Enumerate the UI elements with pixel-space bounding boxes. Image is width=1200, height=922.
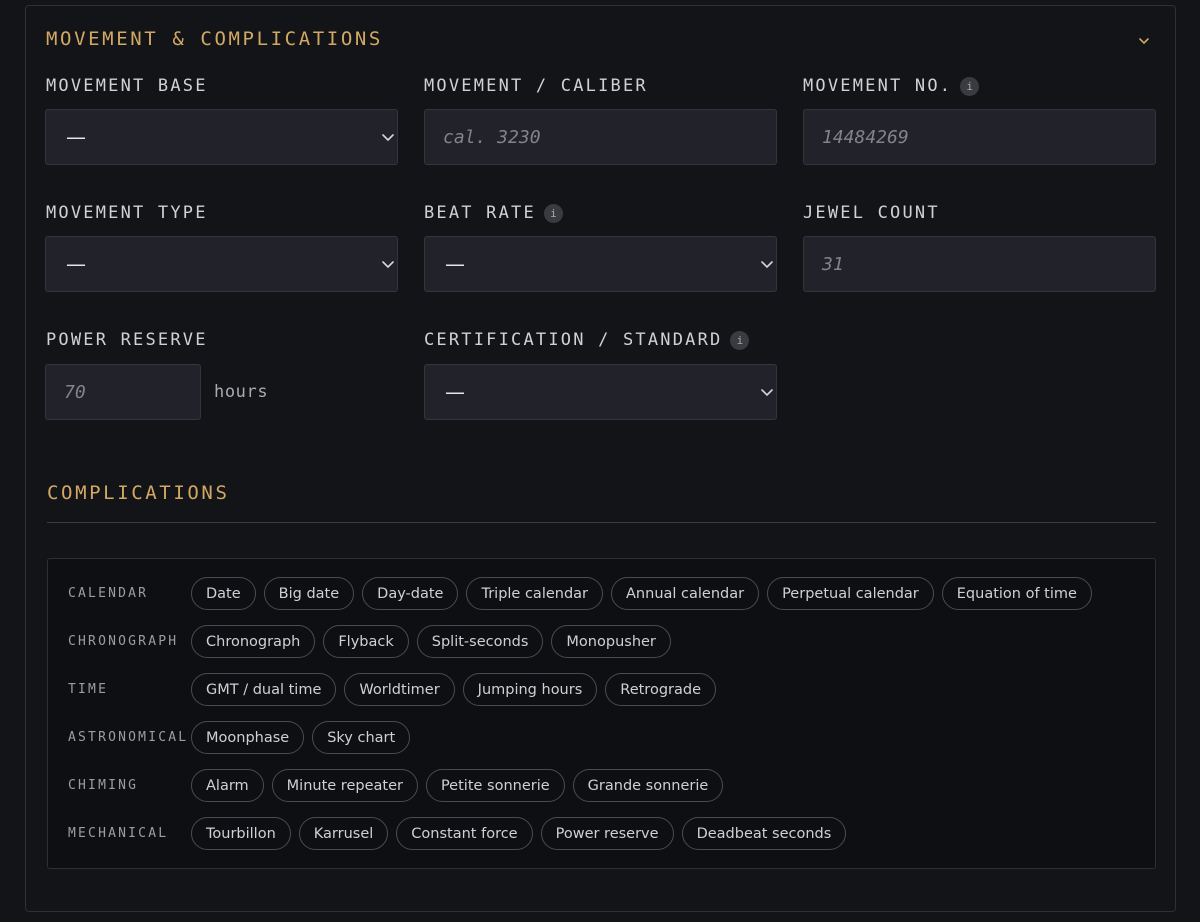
certification-label-text: CERTIFICATION / STANDARD: [424, 330, 723, 350]
movement-base-select[interactable]: —: [45, 109, 398, 165]
chip-alarm[interactable]: Alarm: [191, 769, 264, 802]
certification-value: —: [445, 380, 465, 404]
chevron-down-icon: [382, 261, 394, 269]
power-reserve-label: POWER RESERVE: [46, 330, 208, 350]
movement-type-label: MOVEMENT TYPE: [46, 203, 208, 223]
jewel-count-label-text: JEWEL COUNT: [803, 203, 940, 223]
chip-equation-of-time[interactable]: Equation of time: [941, 577, 1092, 610]
category-row-calendar: CALENDAR Date Big date Day-date Triple c…: [48, 577, 1155, 611]
movement-caliber-label: MOVEMENT / CALIBER: [424, 76, 648, 96]
chip-group: GMT / dual time Worldtimer Jumping hours…: [191, 673, 717, 706]
movement-base-label-text: MOVEMENT BASE: [46, 76, 208, 96]
chevron-down-icon: [382, 134, 394, 142]
complications-box: CALENDAR Date Big date Day-date Triple c…: [47, 558, 1156, 869]
chip-group: Moonphase Sky chart: [191, 721, 411, 754]
chip-monopusher[interactable]: Monopusher: [551, 625, 671, 658]
category-row-chronograph: CHRONOGRAPH Chronograph Flyback Split-se…: [48, 625, 1155, 659]
movement-no-placeholder: 14484269: [822, 126, 909, 148]
chip-group: Chronograph Flyback Split-seconds Monopu…: [191, 625, 671, 658]
jewel-count-label: JEWEL COUNT: [803, 203, 940, 223]
info-icon[interactable]: i: [730, 330, 750, 350]
beat-rate-value: —: [445, 252, 465, 276]
chip-annual-calendar[interactable]: Annual calendar: [611, 577, 760, 610]
chip-moonphase[interactable]: Moonphase: [191, 721, 305, 754]
movement-no-input[interactable]: 14484269: [803, 109, 1156, 165]
chevron-down-icon[interactable]: [1137, 34, 1151, 48]
chip-group: Tourbillon Karrusel Constant force Power…: [191, 817, 847, 850]
category-label: MECHANICAL: [68, 826, 169, 841]
chip-sky-chart[interactable]: Sky chart: [312, 721, 411, 754]
chip-petite-sonnerie[interactable]: Petite sonnerie: [425, 769, 565, 802]
chevron-down-icon: [761, 389, 773, 397]
movement-type-select[interactable]: —: [45, 236, 398, 292]
category-label: TIME: [68, 682, 109, 697]
chip-group: Alarm Minute repeater Petite sonnerie Gr…: [191, 769, 724, 802]
category-label: CHIMING: [68, 778, 139, 793]
power-reserve-input[interactable]: 70: [45, 364, 201, 420]
beat-rate-label-text: BEAT RATE: [424, 203, 536, 223]
chip-chronograph[interactable]: Chronograph: [191, 625, 316, 658]
chevron-down-icon: [761, 261, 773, 269]
chip-deadbeat-seconds[interactable]: Deadbeat seconds: [681, 817, 847, 850]
chip-day-date[interactable]: Day-date: [362, 577, 459, 610]
power-reserve-placeholder: 70: [64, 381, 86, 403]
movement-caliber-placeholder: cal. 3230: [443, 126, 541, 148]
certification-select[interactable]: —: [424, 364, 777, 420]
power-reserve-label-text: POWER RESERVE: [46, 330, 208, 350]
movement-type-label-text: MOVEMENT TYPE: [46, 203, 208, 223]
certification-label: CERTIFICATION / STANDARD i: [424, 330, 750, 350]
jewel-count-placeholder: 31: [822, 253, 844, 275]
chip-tourbillon[interactable]: Tourbillon: [191, 817, 291, 850]
category-label: ASTRONOMICAL: [68, 730, 189, 745]
beat-rate-label: BEAT RATE i: [424, 203, 563, 223]
movement-type-value: —: [66, 252, 86, 276]
chip-jumping-hours[interactable]: Jumping hours: [462, 673, 598, 706]
category-row-astronomical: ASTRONOMICAL Moonphase Sky chart: [48, 721, 1155, 755]
chip-flyback[interactable]: Flyback: [323, 625, 409, 658]
chip-split-seconds[interactable]: Split-seconds: [416, 625, 544, 658]
movement-base-value: —: [66, 125, 86, 149]
chip-worldtimer[interactable]: Worldtimer: [344, 673, 455, 706]
chip-retrograde[interactable]: Retrograde: [605, 673, 717, 706]
chip-triple-calendar[interactable]: Triple calendar: [466, 577, 604, 610]
section-title: MOVEMENT & COMPLICATIONS: [46, 28, 383, 50]
chip-power-reserve[interactable]: Power reserve: [540, 817, 674, 850]
chip-group: Date Big date Day-date Triple calendar A…: [191, 577, 1092, 610]
chip-gmt-dual-time[interactable]: GMT / dual time: [191, 673, 337, 706]
movement-no-label-text: MOVEMENT NO.: [803, 76, 953, 96]
chip-grande-sonnerie[interactable]: Grande sonnerie: [572, 769, 724, 802]
chip-big-date[interactable]: Big date: [263, 577, 355, 610]
info-icon[interactable]: i: [960, 76, 980, 96]
chip-date[interactable]: Date: [191, 577, 256, 610]
jewel-count-input[interactable]: 31: [803, 236, 1156, 292]
chip-minute-repeater[interactable]: Minute repeater: [271, 769, 418, 802]
info-icon[interactable]: i: [543, 203, 563, 223]
beat-rate-select[interactable]: —: [424, 236, 777, 292]
divider: [47, 522, 1156, 523]
power-reserve-unit: hours: [214, 382, 269, 402]
movement-base-label: MOVEMENT BASE: [46, 76, 208, 96]
category-row-mechanical: MECHANICAL Tourbillon Karrusel Constant …: [48, 817, 1155, 851]
movement-no-label: MOVEMENT NO. i: [803, 76, 980, 96]
movement-caliber-label-text: MOVEMENT / CALIBER: [424, 76, 648, 96]
complications-title: COMPLICATIONS: [47, 482, 230, 504]
chip-karrusel[interactable]: Karrusel: [298, 817, 389, 850]
movement-caliber-input[interactable]: cal. 3230: [424, 109, 777, 165]
category-row-chiming: CHIMING Alarm Minute repeater Petite son…: [48, 769, 1155, 803]
chip-perpetual-calendar[interactable]: Perpetual calendar: [767, 577, 934, 610]
category-label: CHRONOGRAPH: [68, 634, 179, 649]
category-label: CALENDAR: [68, 586, 149, 601]
chip-constant-force[interactable]: Constant force: [396, 817, 533, 850]
category-row-time: TIME GMT / dual time Worldtimer Jumping …: [48, 673, 1155, 707]
